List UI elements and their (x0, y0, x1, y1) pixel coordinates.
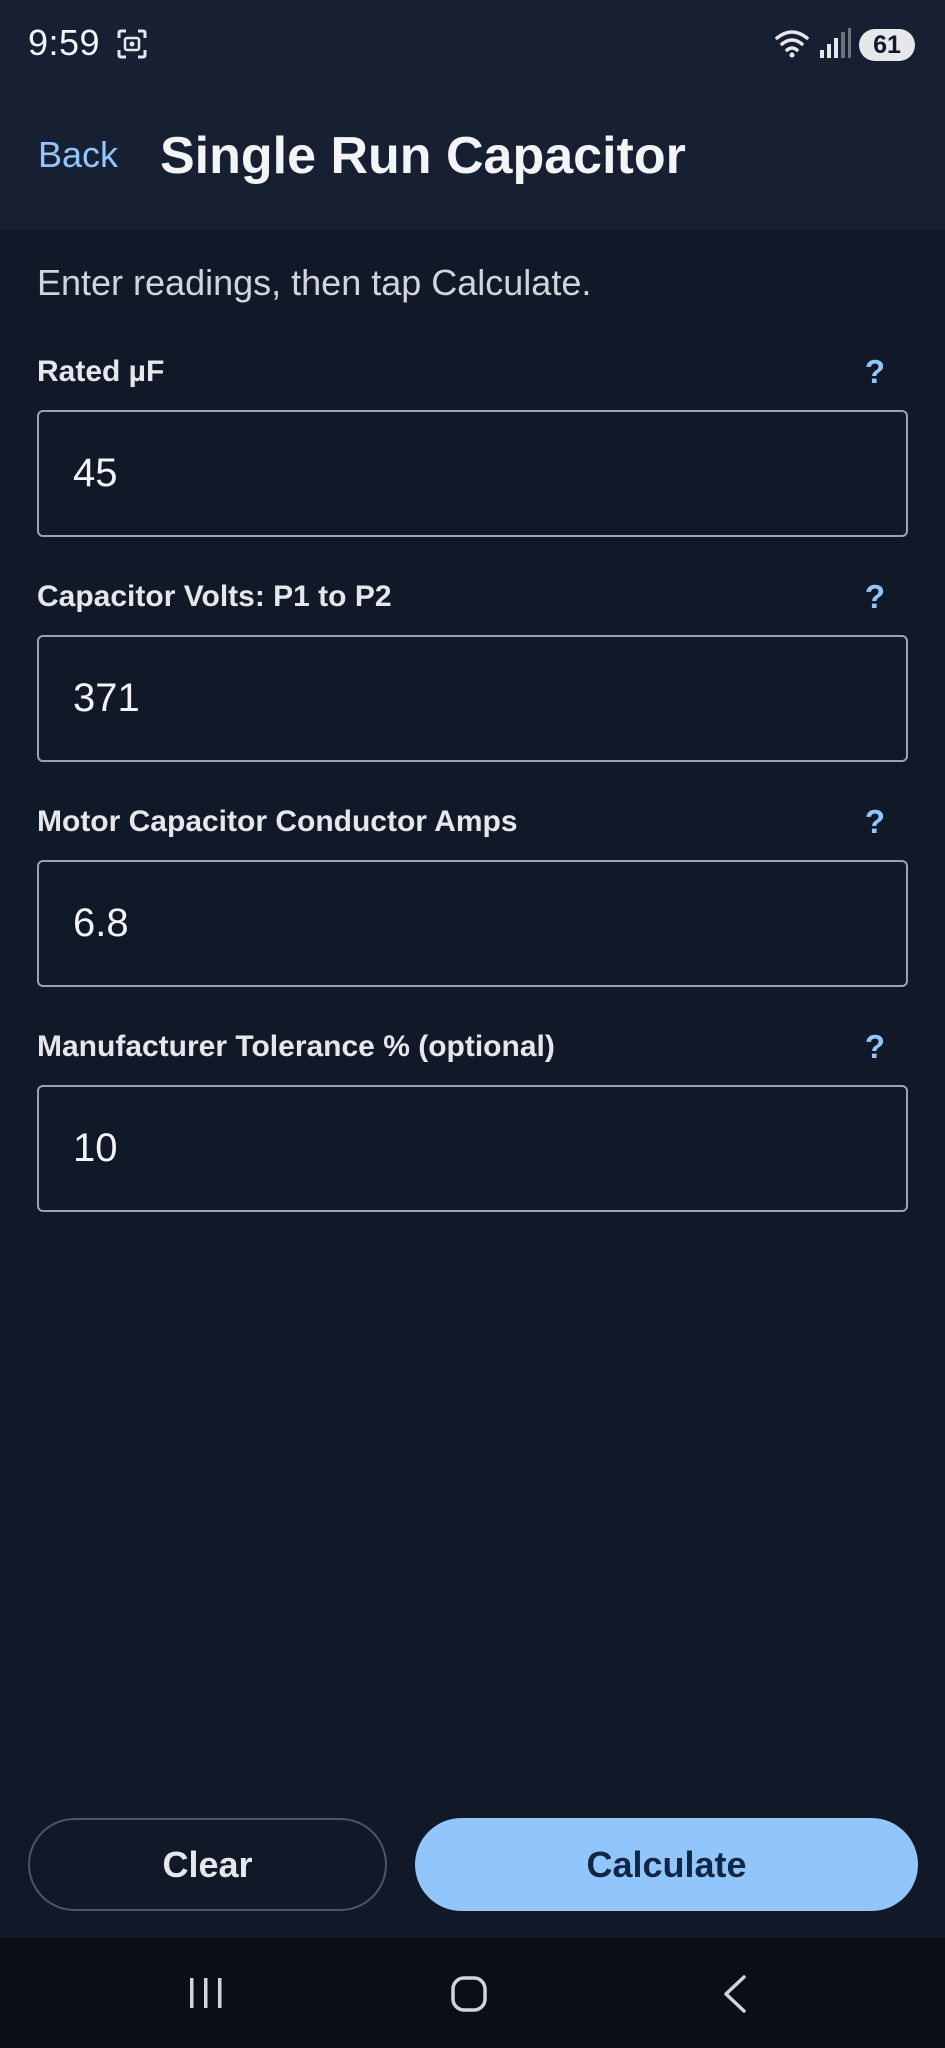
field-label-conductor-amps: Motor Capacitor Conductor Amps (37, 805, 518, 838)
signal-icon (820, 28, 851, 58)
back-button[interactable]: Back (38, 134, 118, 176)
recents-icon[interactable] (186, 1976, 226, 2010)
field-label-rated-uf: Rated µF (37, 355, 165, 388)
wifi-icon (775, 30, 809, 58)
nav-bar (0, 1938, 945, 2048)
help-icon[interactable]: ? (860, 803, 890, 841)
home-icon[interactable] (450, 1975, 488, 2013)
help-icon[interactable]: ? (860, 578, 890, 616)
calculate-button[interactable]: Calculate (415, 1818, 918, 1911)
intro-text: Enter readings, then tap Calculate. (37, 262, 592, 303)
clear-button[interactable]: Clear (28, 1818, 387, 1911)
help-icon[interactable]: ? (860, 353, 890, 391)
page-title: Single Run Capacitor (160, 127, 686, 185)
rated-uf-input[interactable] (37, 410, 908, 537)
tolerance-input[interactable] (37, 1085, 908, 1212)
app-header: Back Single Run Capacitor (0, 90, 945, 230)
back-icon[interactable] (720, 1974, 750, 2014)
help-icon[interactable]: ? (860, 1028, 890, 1066)
battery-indicator: 61 (859, 29, 915, 61)
field-label-capacitor-volts: Capacitor Volts: P1 to P2 (37, 580, 392, 613)
conductor-amps-input[interactable] (37, 860, 908, 987)
capacitor-volts-input[interactable] (37, 635, 908, 762)
field-label-tolerance: Manufacturer Tolerance % (optional) (37, 1030, 555, 1063)
screenshot-icon (117, 29, 147, 59)
status-time: 9:59 (28, 22, 101, 63)
status-bar: 9:59 61 (0, 0, 945, 90)
